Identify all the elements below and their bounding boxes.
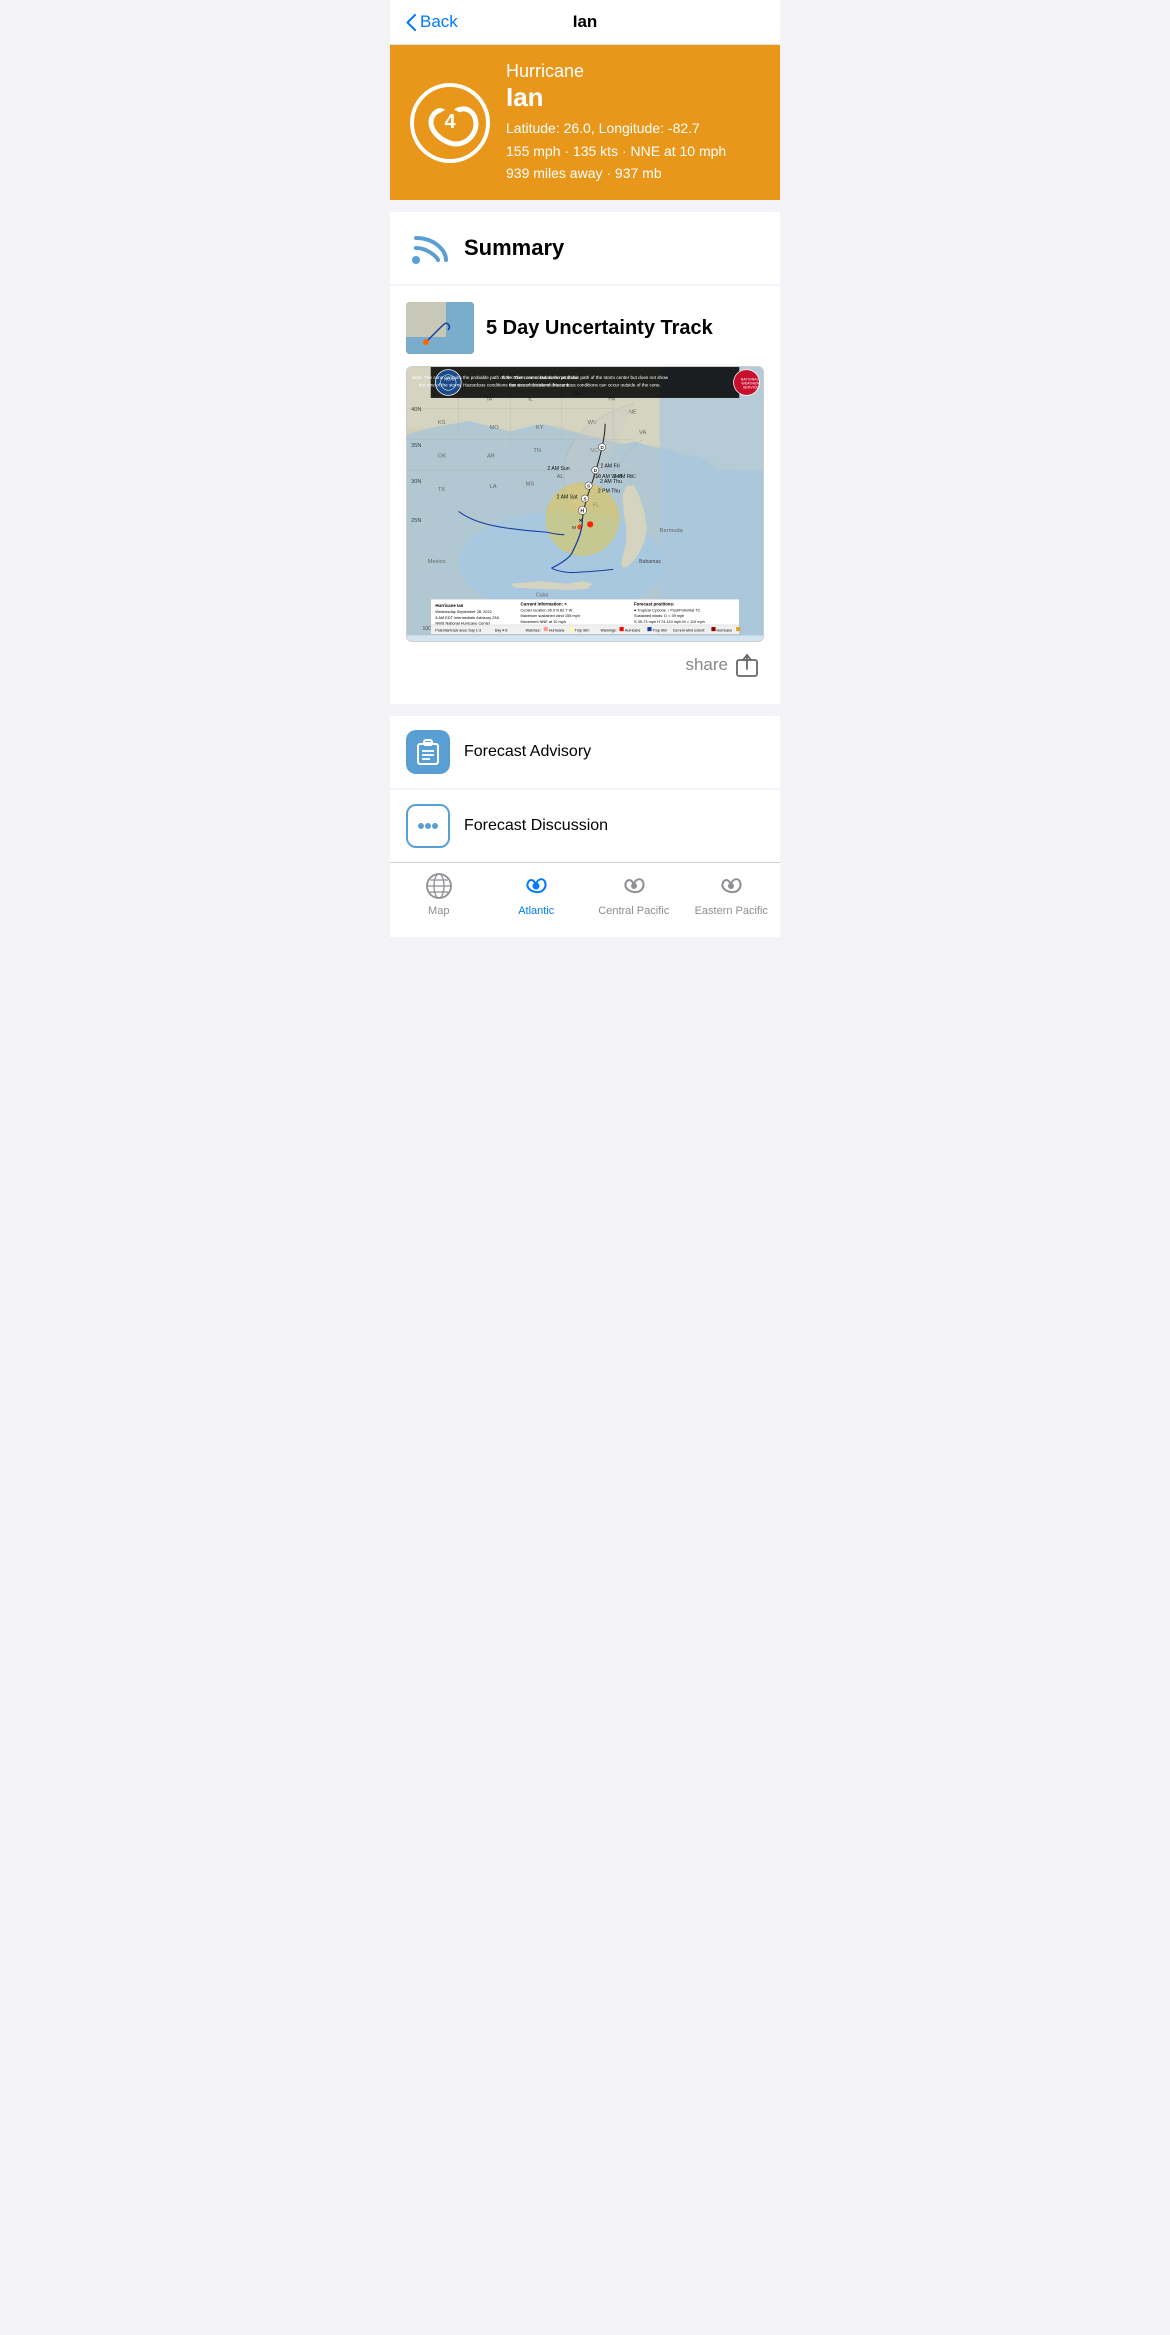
svg-text:MS: MS [526,482,535,488]
share-row[interactable]: share [406,642,764,688]
svg-text:Day 4-5: Day 4-5 [495,629,508,633]
svg-text:Trop Stm: Trop Stm [575,629,590,633]
svg-text:Movement NNE at 10 mph: Movement NNE at 10 mph [521,620,566,624]
svg-text:2 AM Thu: 2 AM Thu [600,479,622,485]
svg-text:Potential track area: Day 1-3: Potential track area: Day 1-3 [435,629,481,633]
forecast-advisory-section[interactable]: Forecast Advisory [390,716,780,788]
svg-text:SERVICE: SERVICE [743,386,759,390]
track-thumbnail [406,302,474,354]
svg-text:Forecast positions:: Forecast positions: [634,602,675,607]
tab-map-label: Map [428,905,449,917]
svg-text:NATIONAL: NATIONAL [741,378,759,382]
track-title: 5 Day Uncertainty Track [486,317,713,340]
svg-text:Note: The cone contains the pr: Note: The cone contains the probable pat… [502,375,669,380]
navigation-bar: Back Ian [390,0,780,45]
svg-text:H: H [580,509,584,515]
forecast-discussion-title: Forecast Discussion [464,817,608,835]
svg-text:Warnings:: Warnings: [600,629,616,633]
hurricane-category: 4 [436,109,464,137]
svg-text:×: × [579,518,583,525]
forecast-discussion-section[interactable]: Forecast Discussion [390,790,780,862]
svg-text:KY: KY [536,425,544,431]
svg-text:2 AM Sun: 2 AM Sun [547,467,569,473]
share-icon[interactable] [734,652,760,678]
svg-text:Current information: ×: Current information: × [521,602,568,607]
svg-text:LA: LA [490,485,497,491]
back-button[interactable]: Back [406,12,458,32]
svg-text:2 PM Thu: 2 PM Thu [598,489,620,495]
svg-text:S 39-73 mph H 74-110 mph M >: S 39-73 mph H 74-110 mph M > 110 mph [634,620,705,624]
track-header: 5 Day Uncertainty Track [406,302,764,354]
svg-text:Mexico: Mexico [428,559,446,565]
svg-text:40N: 40N [411,407,421,413]
hurricane-coords: Latitude: 26.0, Longitude: -82.7 155 mph… [506,117,760,184]
forecast-advisory-title: Forecast Advisory [464,743,591,761]
svg-text:Bahamas: Bahamas [639,559,661,565]
tab-central-pacific[interactable]: Central Pacific [585,871,683,917]
hurricane-banner: 4 Hurricane Ian Latitude: 26.0, Longitud… [390,45,780,200]
svg-text:VA: VA [639,430,646,436]
svg-text:Current wind extent:: Current wind extent: [673,629,705,633]
hurricane-info: Hurricane Ian Latitude: 26.0, Longitude:… [506,61,760,184]
tab-bar: Map Atlantic Central Pacific Eastern Pac… [390,862,780,937]
svg-text:Hurricane Ian: Hurricane Ian [435,603,463,608]
rss-icon [406,226,450,270]
summary-section[interactable]: Summary [390,212,780,284]
hurricane-icon: 4 [410,83,490,163]
svg-text:OK: OK [438,454,446,460]
svg-text:Bermuda: Bermuda [660,528,684,534]
svg-text:AR: AR [487,454,495,460]
tab-map[interactable]: Map [390,871,488,917]
svg-text:Maximum sustained wind 155 mph: Maximum sustained wind 155 mph [521,615,580,619]
tab-eastern-pacific[interactable]: Eastern Pacific [683,871,781,917]
tab-atlantic-label: Atlantic [518,905,554,917]
svg-text:2 PM Fri: 2 PM Fri [613,474,632,480]
tab-eastern-pacific-label: Eastern Pacific [695,905,768,917]
track-card[interactable]: 5 Day Uncertainty Track [390,286,780,703]
svg-text:2 AM Sat: 2 AM Sat [557,495,578,501]
svg-text:the size of the storm. Hazardo: the size of the storm. Hazardous conditi… [509,383,661,388]
svg-text:Hurricane: Hurricane [549,629,565,633]
svg-text:8 AM EDT Intermediate Advisory: 8 AM EDT Intermediate Advisory 23A [435,616,499,620]
page-title: Ian [573,12,598,32]
svg-text:35N: 35N [411,443,421,449]
svg-text:WEATHER: WEATHER [741,382,759,386]
coordinates-text: Latitude: 26.0, Longitude: -82.7 [506,117,760,139]
svg-text:25N: 25N [411,518,421,524]
share-label: share [685,655,728,675]
svg-text:M: M [572,525,576,530]
track-map: 40N 35N 30N 25N 100W 95W 90W 85W 80W 75W… [406,366,764,641]
wind-speed-text: 155 mph · 135 kts · NNE at 10 mph [506,140,760,162]
svg-text:TX: TX [438,487,445,493]
svg-text:TN: TN [533,448,541,454]
svg-text:AL: AL [557,474,564,480]
tab-atlantic[interactable]: Atlantic [488,871,586,917]
svg-text:Trop Stm: Trop Stm [653,629,668,633]
svg-text:MO: MO [490,425,500,431]
back-label: Back [420,12,458,32]
chat-icon [406,804,450,848]
svg-text:Hurricane: Hurricane [625,629,641,633]
clipboard-icon [406,730,450,774]
svg-text:KS: KS [438,420,446,426]
svg-text:● Tropical Cyclone ○ Post/Pot: ● Tropical Cyclone ○ Post/Potential TC [634,609,701,613]
svg-text:S: S [587,484,590,489]
distance-text: 939 miles away · 937 mb [506,162,760,184]
svg-text:2 AM Fri: 2 AM Fri [600,464,619,470]
hurricane-type: Hurricane [506,61,760,82]
tab-central-pacific-label: Central Pacific [598,905,669,917]
summary-title: Summary [464,235,564,261]
svg-text:S: S [583,497,586,502]
svg-text:30N: 30N [411,479,421,485]
svg-text:Cuba: Cuba [536,593,548,599]
svg-text:Hurricane: Hurricane [717,629,733,633]
hurricane-name: Ian [506,82,760,113]
svg-text:Center location 26.0 N 82.7 W: Center location 26.0 N 82.7 W [521,609,573,613]
svg-text:Sustained winds: D < 39 mph: Sustained winds: D < 39 mph [634,615,684,619]
svg-text:Wednesday September 28, 2022: Wednesday September 28, 2022 [435,610,491,614]
svg-text:Watches:: Watches: [526,629,541,633]
